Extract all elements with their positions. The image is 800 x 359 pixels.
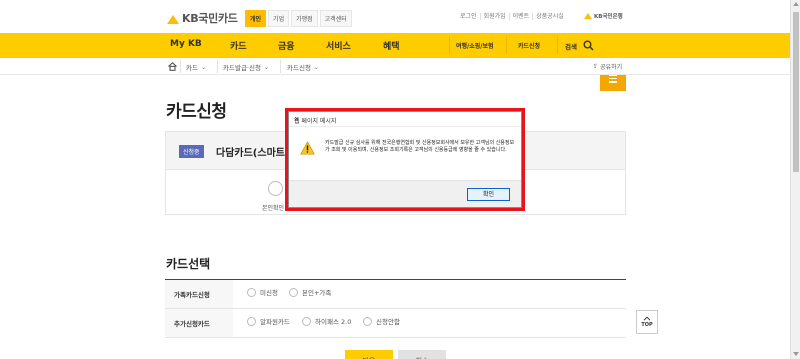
radio-self-family[interactable]: 본인+가족 — [289, 287, 331, 297]
breadcrumb-divider — [180, 60, 181, 73]
breadcrumb-card-issue[interactable]: 카드발급·신청 ⌄ — [223, 62, 269, 73]
nav-divider — [557, 37, 558, 54]
breadcrumb-card-apply[interactable]: 카드신청 ⌄ — [287, 62, 319, 73]
table-row: 가족카드신청 미신청 본인+가족 — [165, 280, 626, 309]
radio-hipass[interactable]: 하이패스 2.0 — [302, 316, 351, 326]
ok-button[interactable]: 확인 — [467, 188, 510, 201]
segment-personal[interactable]: 개인 — [245, 10, 267, 27]
row-label: 가족카드신청 — [165, 280, 233, 308]
radio-label: 본인+가족 — [302, 289, 332, 297]
page-title: 카드신청 — [166, 102, 227, 122]
top-bar: KB국민카드 개인 기업 가맹점 고객센터 로그인 회원가입 이벤트 상품공시실… — [0, 0, 790, 33]
card-name: 다담카드(스마트 C — [216, 148, 296, 159]
signup-link[interactable]: 회원가입 — [481, 13, 510, 20]
kb-bank-link[interactable]: KB국민은행 — [584, 12, 623, 20]
breadcrumb-label: 카드 — [186, 64, 198, 72]
radio-icon — [247, 316, 256, 326]
alert-dialog: 웹 페이지 메시지 ✕ 카드발급 신규 심사를 위해 전국은행연합회 및 신용정… — [288, 111, 522, 208]
radio-icon — [289, 287, 298, 297]
cancel-button[interactable]: 취소 — [398, 350, 446, 359]
breadcrumb: 카드 ⌄ 카드발급·신청 ⌄ 카드신청 ⌄ ⇪ 공유하기 — [0, 58, 790, 75]
product-notice-link[interactable]: 상품공시실 — [533, 13, 567, 20]
kb-bank-icon — [584, 13, 592, 19]
breadcrumb-label: 카드발급·신청 — [223, 64, 261, 72]
breadcrumb-label: 카드신청 — [287, 64, 311, 72]
step-circle — [268, 181, 283, 196]
dialog-message: 카드발급 신규 심사를 위해 전국은행연합회 및 신용정보회사에서 보유한 고객… — [325, 140, 515, 154]
chevron-down-icon: ⌄ — [313, 63, 319, 71]
next-button[interactable]: 다음 — [345, 350, 393, 359]
segment-business[interactable]: 기업 — [268, 10, 290, 27]
event-link[interactable]: 이벤트 — [510, 13, 534, 20]
main-nav: My KB 카드 금융 서비스 혜택 여행/쇼핑/보험 카드신청 검색 — [0, 33, 790, 91]
top-label: TOP — [641, 322, 653, 328]
radio-no-request[interactable]: 신청안함 — [363, 316, 400, 326]
radio-icon — [302, 316, 311, 326]
nav-benefit[interactable]: 혜택 — [383, 39, 400, 52]
radio-label: 미신청 — [260, 289, 278, 297]
kb-star-icon — [167, 13, 179, 24]
dialog-titlebar: 웹 페이지 메시지 ✕ — [289, 112, 521, 127]
nav-divider — [449, 37, 450, 54]
dialog-footer: 확인 — [289, 180, 521, 207]
card-option-table: 가족카드신청 미신청 본인+가족 추가신청카드 알파원카드 하이패스 2.0 신… — [165, 279, 626, 338]
share-button[interactable]: ⇪ 공유하기 — [593, 62, 622, 71]
kb-bank-label: KB국민은행 — [594, 14, 623, 20]
dialog-body: 카드발급 신규 심사를 위해 전국은행연합회 및 신용정보회사에서 보유한 고객… — [289, 127, 521, 180]
share-label: 공유하기 — [600, 64, 623, 71]
scroll-down-arrow-icon[interactable] — [793, 352, 799, 356]
nav-card[interactable]: 카드 — [230, 39, 247, 52]
breadcrumb-card[interactable]: 카드 ⌄ — [186, 62, 206, 73]
nav-card-apply[interactable]: 카드신청 — [518, 41, 540, 50]
nav-my-kb[interactable]: My KB — [170, 39, 202, 49]
radio-label: 하이패스 2.0 — [315, 318, 352, 326]
scrollbar[interactable] — [790, 0, 800, 359]
radio-icon — [247, 287, 256, 297]
close-icon[interactable]: ✕ — [294, 116, 515, 124]
login-link[interactable]: 로그인 — [457, 13, 481, 20]
radio-alpha-one[interactable]: 알파원카드 — [247, 316, 290, 326]
nav-divider — [506, 37, 507, 54]
kb-card-logo[interactable]: KB국민카드 — [167, 11, 238, 25]
radio-label: 신청안함 — [376, 318, 400, 326]
row-label: 추가신청카드 — [165, 309, 233, 337]
nav-travel-shopping[interactable]: 여행/쇼핑/보험 — [456, 41, 494, 50]
scroll-top-button[interactable]: TOP — [636, 310, 658, 334]
status-badge: 신청중 — [179, 145, 204, 158]
chevron-down-icon: ⌄ — [200, 63, 206, 71]
home-icon[interactable] — [168, 62, 177, 71]
nav-service[interactable]: 서비스 — [326, 39, 351, 52]
page: KB국민카드 개인 기업 가맹점 고객센터 로그인 회원가입 이벤트 상품공시실… — [0, 0, 800, 359]
segment-customer-center[interactable]: 고객센터 — [319, 10, 352, 27]
scroll-up-arrow-icon[interactable] — [793, 2, 799, 6]
step-label-identity: 본인확인 — [262, 205, 285, 212]
warning-icon — [300, 141, 315, 155]
radio-icon — [363, 316, 372, 326]
breadcrumb-divider — [280, 60, 281, 73]
search-icon[interactable] — [583, 40, 594, 51]
segment-merchant[interactable]: 가맹점 — [291, 10, 318, 27]
chevron-down-icon: ⌄ — [263, 63, 269, 71]
section-title-card-select: 카드선택 — [166, 257, 211, 271]
scrollbar-thumb[interactable] — [793, 12, 799, 172]
radio-no-apply[interactable]: 미신청 — [247, 287, 278, 297]
segment-tabs: 개인 기업 가맹점 고객센터 — [245, 10, 352, 27]
table-row: 추가신청카드 알파원카드 하이패스 2.0 신청안함 — [165, 309, 626, 338]
radio-label: 알파원카드 — [260, 318, 290, 326]
logo-text: KB국민카드 — [182, 12, 238, 25]
nav-finance[interactable]: 금융 — [278, 39, 295, 52]
share-icon: ⇪ — [593, 63, 599, 70]
search-label[interactable]: 검색 — [565, 41, 577, 51]
utility-links: 로그인 회원가입 이벤트 상품공시실 — [457, 13, 567, 20]
chevron-up-icon — [643, 316, 651, 321]
breadcrumb-divider — [217, 60, 218, 73]
